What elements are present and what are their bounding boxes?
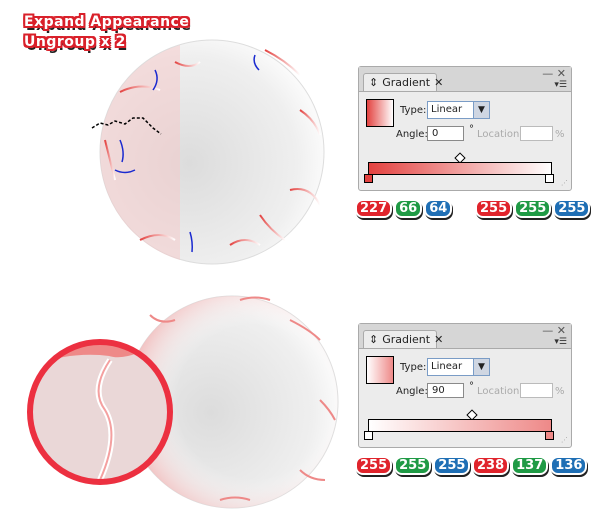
green-value: 255	[394, 456, 432, 475]
gradient-tab[interactable]: ⇕ Gradient ✕	[363, 330, 443, 348]
degree-symbol: °	[469, 381, 474, 392]
degree-symbol: °	[469, 124, 474, 135]
blue-value: 255	[433, 456, 471, 475]
type-label: Type:	[400, 362, 427, 373]
tab-label: Gradient	[382, 333, 431, 346]
location-input[interactable]	[520, 126, 553, 141]
blue-value: 255	[553, 199, 591, 218]
angle-input[interactable]: 90	[427, 383, 464, 398]
green-value: 255	[514, 199, 552, 218]
resize-grip-icon[interactable]: ⋰	[561, 179, 568, 187]
angle-input[interactable]: 0	[427, 126, 464, 141]
start-rgb-values: 255 255 255	[355, 456, 471, 475]
location-label: Location:	[477, 386, 523, 397]
blue-value: 64	[424, 199, 453, 218]
gradient-swatch[interactable]	[366, 356, 394, 384]
minimize-close-icons[interactable]: — ✕	[542, 324, 566, 337]
gradient-stop-end[interactable]	[545, 174, 554, 183]
tab-label: Gradient	[382, 76, 431, 89]
gradient-panel-top: ⇕ Gradient ✕ — ✕ ▾☰ Type: Linear ▼ Angle:…	[358, 66, 572, 191]
resize-grip-icon[interactable]: ⋰	[561, 436, 568, 444]
type-select[interactable]: Linear ▼	[427, 358, 490, 376]
minimize-close-icons[interactable]: — ✕	[542, 67, 566, 80]
gradient-swatch[interactable]	[366, 99, 394, 127]
red-value: 255	[475, 199, 513, 218]
angle-label: Angle:	[396, 386, 428, 397]
angle-label: Angle:	[396, 129, 428, 140]
panel-menu-icon[interactable]: ▾☰	[554, 80, 567, 90]
panel-menu-icon[interactable]: ▾☰	[554, 337, 567, 347]
chevron-down-icon[interactable]: ▼	[473, 102, 489, 118]
red-value: 227	[355, 199, 393, 218]
gradient-panel-bottom: ⇕ Gradient ✕ — ✕ ▾☰ Type: Linear ▼ Angle:…	[358, 323, 572, 448]
location-label: Location:	[477, 129, 523, 140]
percent-symbol: %	[555, 129, 565, 140]
close-icon[interactable]: ✕	[434, 333, 443, 346]
gradient-stop-start[interactable]	[364, 431, 373, 440]
gradient-stop-start[interactable]	[364, 174, 373, 183]
end-rgb-values: 255 255 255	[475, 199, 591, 218]
type-value: Linear	[431, 361, 463, 372]
updown-arrows-icon: ⇕	[369, 333, 379, 346]
chevron-down-icon[interactable]: ▼	[473, 359, 489, 375]
location-input[interactable]	[520, 383, 553, 398]
updown-arrows-icon: ⇕	[369, 76, 379, 89]
magnifier-circle	[27, 339, 173, 485]
red-value: 255	[355, 456, 393, 475]
type-value: Linear	[431, 104, 463, 115]
type-select[interactable]: Linear ▼	[427, 101, 490, 119]
start-rgb-values: 227 66 64	[355, 199, 453, 218]
gradient-tab[interactable]: ⇕ Gradient ✕	[363, 73, 443, 91]
percent-symbol: %	[555, 386, 565, 397]
red-value: 238	[472, 456, 510, 475]
close-icon[interactable]: ✕	[434, 76, 443, 89]
green-value: 66	[394, 199, 423, 218]
blue-value: 136	[550, 456, 588, 475]
gradient-slider[interactable]	[368, 419, 552, 432]
gradient-stop-end[interactable]	[545, 431, 554, 440]
type-label: Type:	[400, 105, 427, 116]
gradient-slider[interactable]	[368, 162, 552, 175]
eyeball-top	[91, 39, 325, 265]
end-rgb-values: 238 137 136	[472, 456, 588, 475]
green-value: 137	[511, 456, 549, 475]
